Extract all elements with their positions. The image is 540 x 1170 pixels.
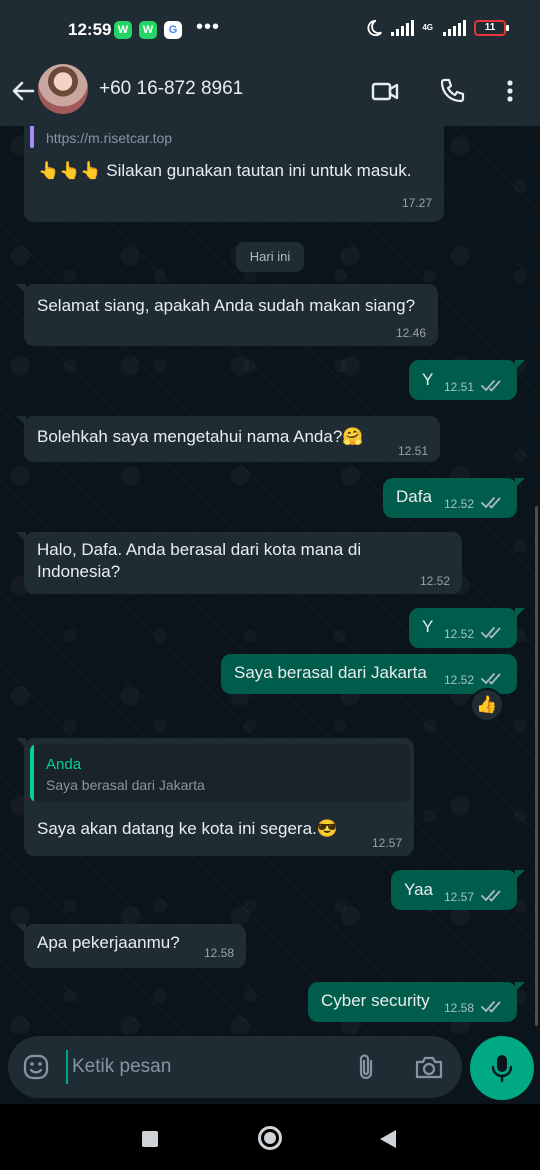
message-incoming[interactable]: Bolehkah saya mengetahui nama Anda?🤗 12.… (16, 416, 440, 462)
message-time: 12.57 (371, 836, 402, 850)
chat-area[interactable]: https://m.risetcar.top 👆👆👆 Silakan gunak… (0, 126, 540, 1034)
message-time: 12.58 (203, 946, 234, 960)
message-time: 12.52 (444, 673, 475, 687)
message-text: Selamat siang, apakah Anda sudah makan s… (37, 296, 416, 315)
double-check-icon (481, 890, 501, 902)
do-not-disturb-icon (367, 19, 383, 37)
double-check-icon (481, 673, 501, 685)
message-incoming[interactable]: https://m.risetcar.top 👆👆👆 Silakan gunak… (24, 126, 444, 222)
message-time: 12.51 (444, 380, 475, 394)
composer (0, 1034, 540, 1104)
message-text: Yaa (404, 880, 433, 899)
thumbs-up-reaction[interactable]: 👍 (470, 688, 504, 722)
recent-apps-icon[interactable] (142, 1131, 158, 1147)
emoji-icon[interactable] (22, 1053, 50, 1081)
quoted-message[interactable]: Anda Saya berasal dari Jakarta (30, 744, 410, 802)
message-text: Y (422, 617, 434, 636)
message-time: 12.52 (419, 574, 450, 588)
whatsapp-notification-icon: W (114, 21, 132, 39)
message-incoming[interactable]: Halo, Dafa. Anda berasal dari kota mana … (16, 532, 462, 594)
message-time: 12.46 (395, 326, 426, 340)
home-icon[interactable] (258, 1126, 282, 1150)
quote-author: Anda (46, 756, 82, 773)
signal-icon (391, 20, 415, 36)
message-outgoing[interactable]: Dafa 12.52 (383, 478, 525, 518)
message-incoming[interactable]: Selamat siang, apakah Anda sudah makan s… (16, 284, 438, 346)
mic-button[interactable] (470, 1036, 534, 1100)
link-preview-bar (30, 126, 34, 148)
google-notification-icon: G (164, 21, 182, 39)
video-call-icon[interactable] (370, 76, 400, 106)
quote-text: Saya berasal dari Jakarta (46, 777, 205, 793)
camera-icon[interactable] (414, 1053, 444, 1081)
more-notifications-icon: ••• (196, 16, 221, 38)
message-time: 12.52 (444, 497, 475, 511)
attach-icon[interactable] (352, 1052, 380, 1082)
battery-icon: 11 (474, 20, 509, 36)
message-text: Saya akan datang ke kota ini segera.😎 (37, 819, 338, 838)
nav-back-icon[interactable] (380, 1130, 396, 1148)
message-incoming[interactable]: Apa pekerjaanmu? 12.58 (16, 924, 246, 968)
message-input[interactable] (66, 1050, 336, 1084)
contact-name[interactable]: +60 16-872 8961 (99, 78, 243, 100)
signal-icon (443, 20, 466, 36)
message-text: Cyber security (321, 991, 430, 1010)
more-icon[interactable] (495, 76, 525, 106)
double-check-icon (481, 1001, 501, 1013)
scrollbar[interactable] (535, 506, 538, 1026)
message-text: Dafa (396, 487, 432, 506)
message-incoming[interactable]: Anda Saya berasal dari Jakarta Saya akan… (16, 738, 414, 856)
message-text: Apa pekerjaanmu? (37, 933, 180, 952)
message-text: 👆👆👆 Silakan gunakan tautan ini untuk mas… (38, 161, 412, 180)
message-time: 17.27 (401, 196, 432, 210)
message-outgoing[interactable]: Y 12.51 (409, 360, 525, 400)
link-url[interactable]: https://m.risetcar.top (46, 130, 172, 146)
message-text: Saya berasal dari Jakarta (234, 663, 427, 682)
system-nav-bar (0, 1104, 540, 1170)
message-outgoing[interactable]: Cyber security 12.58 (308, 982, 525, 1022)
message-input-container[interactable] (8, 1036, 462, 1098)
message-time: 12.58 (444, 1001, 475, 1015)
mic-icon (491, 1055, 513, 1083)
message-text: Halo, Dafa. Anda berasal dari kota mana … (37, 540, 362, 581)
message-text: Bolehkah saya mengetahui nama Anda?🤗 (37, 427, 364, 446)
double-check-icon (481, 627, 501, 639)
message-outgoing[interactable]: Saya berasal dari Jakarta 12.52 (221, 654, 517, 694)
avatar[interactable] (38, 64, 88, 114)
message-time: 12.52 (444, 627, 475, 641)
double-check-icon (481, 380, 501, 392)
status-time: 12:59 (68, 20, 112, 39)
status-bar: 12:59 W W G ••• 4G 11 (0, 0, 540, 58)
network-type: 4G (422, 23, 433, 32)
message-text: Y (422, 370, 434, 389)
double-check-icon (481, 497, 501, 509)
status-indicators: 4G 11 (365, 19, 509, 37)
message-outgoing[interactable]: Y 12.52 (409, 608, 525, 648)
quote-bar (30, 744, 34, 802)
message-outgoing[interactable]: Yaa 12.57 (391, 870, 525, 910)
back-arrow-icon[interactable] (10, 78, 36, 104)
whatsapp-notification-icon: W (139, 21, 157, 39)
message-time: 12.57 (444, 890, 475, 904)
phone-icon[interactable] (437, 76, 467, 106)
date-divider: Hari ini (236, 242, 304, 272)
message-time: 12.51 (397, 444, 428, 458)
chat-header: +60 16-872 8961 (0, 58, 540, 126)
